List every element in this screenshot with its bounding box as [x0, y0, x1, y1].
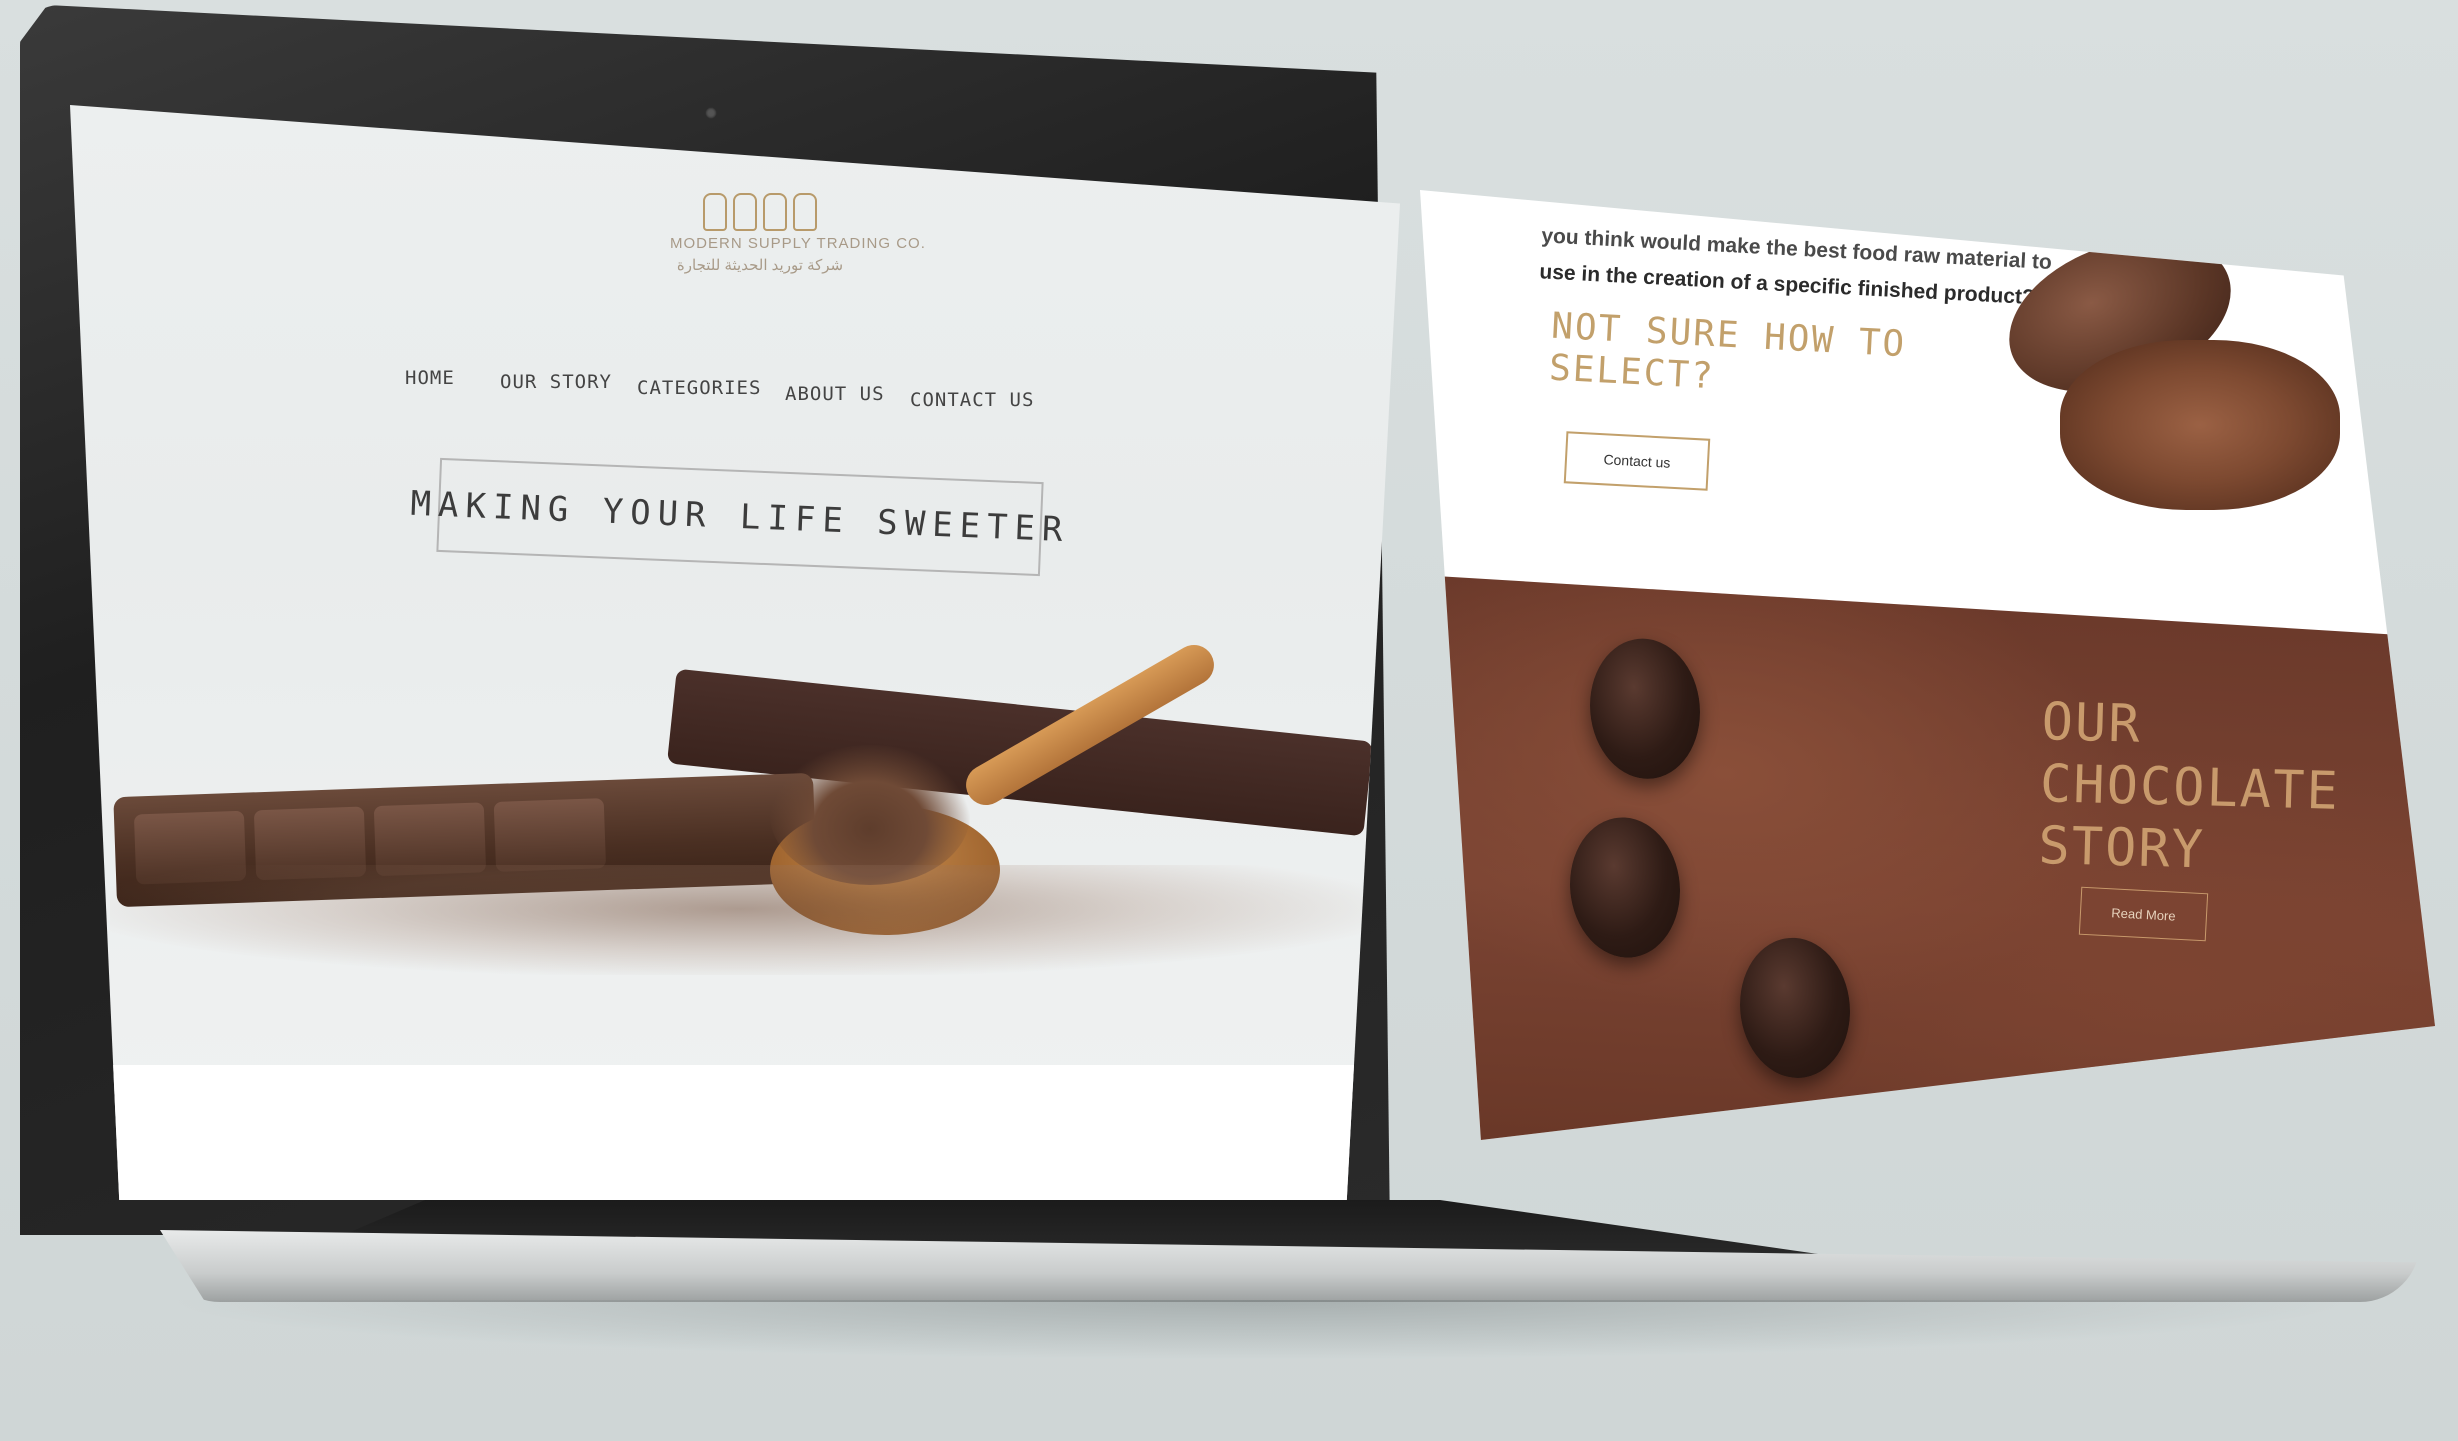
hero-title: MAKING YOUR LIFE SWEETER: [409, 483, 1071, 551]
chocolate-crumbs: [110, 865, 1370, 975]
logo-company-name-arabic: شركة توريد الحديثة للتجارة: [676, 257, 844, 274]
logo-mark-icon: [670, 193, 850, 231]
hero-title-box: MAKING YOUR LIFE SWEETER: [410, 457, 1070, 577]
nav-item-categories[interactable]: CATEGORIES: [637, 377, 761, 399]
truffle-image: [1590, 635, 1700, 783]
contact-us-button[interactable]: Contact us: [1563, 431, 1711, 491]
truffle-image: [1740, 934, 1850, 1082]
floating-page-panel: you think would make the best food raw m…: [1420, 190, 2435, 1140]
logo-company-name: MODERN SUPPLY TRADING CO.: [670, 235, 926, 252]
camera-icon: [705, 107, 717, 119]
nav-item-home[interactable]: HOME: [405, 367, 455, 389]
laptop-screen: MODERN SUPPLY TRADING CO. شركة توريد الح…: [70, 105, 1400, 1200]
site-logo[interactable]: MODERN SUPPLY TRADING CO. شركة توريد الح…: [670, 193, 926, 274]
not-sure-heading: NOT SURE HOW TO SELECT?: [1548, 305, 1908, 398]
cocoa-beans-image: [2060, 340, 2340, 510]
truffle-image: [1570, 814, 1680, 961]
chocolate-shavings: [770, 745, 970, 885]
nav-item-contact-us[interactable]: CONTACT US: [910, 389, 1034, 411]
chocolate-story-heading: OUR CHOCOLATE STORY: [2037, 692, 2341, 881]
nav-item-our-story[interactable]: OUR STORY: [500, 371, 612, 393]
read-more-button[interactable]: Read More: [2078, 886, 2209, 942]
laptop-shadow: [160, 1300, 2360, 1360]
main-nav: HOME OUR STORY CATEGORIES ABOUT US CONTA…: [405, 367, 1105, 427]
nav-item-about-us[interactable]: ABOUT US: [785, 383, 885, 405]
page-blank-area: [70, 1065, 1400, 1200]
